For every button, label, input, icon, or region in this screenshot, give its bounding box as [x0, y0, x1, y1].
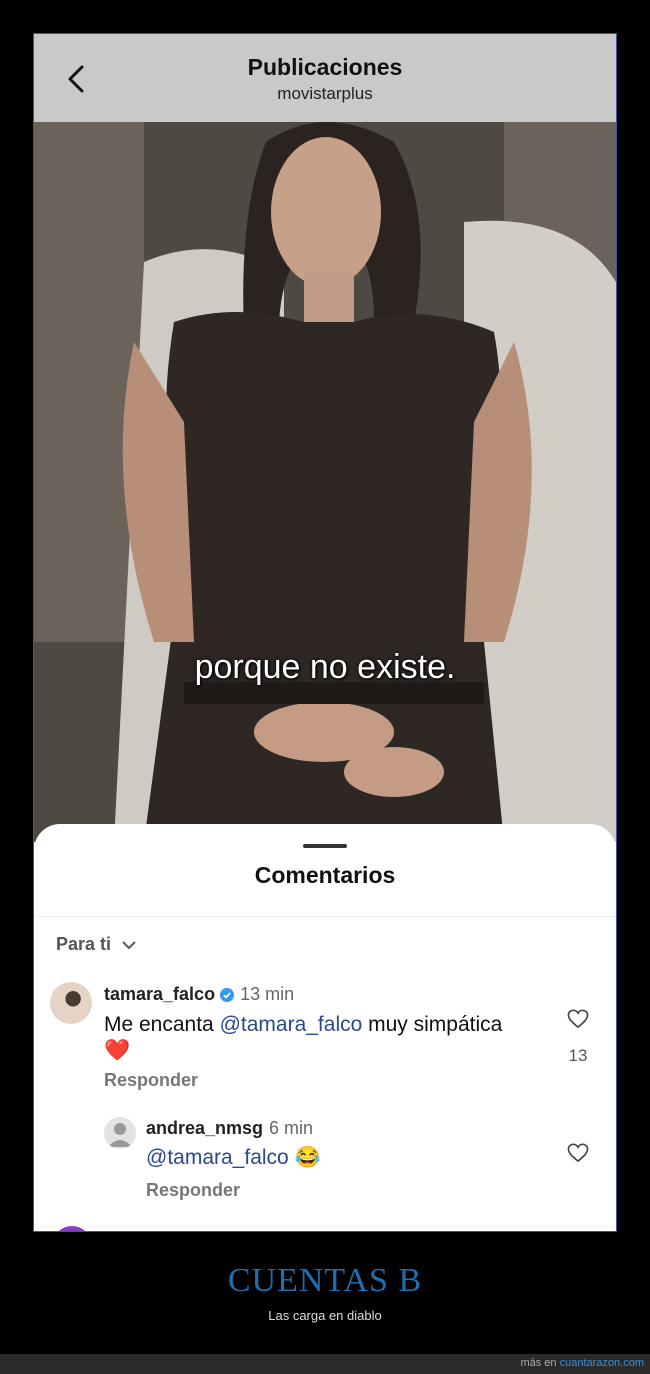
- comment-header: andrea_nmsg 6 min: [146, 1118, 313, 1139]
- laughing-emoji: 😂: [294, 1146, 321, 1169]
- like-heart-icon[interactable]: [567, 1009, 589, 1029]
- comment-text-part: Me encanta: [104, 1013, 220, 1036]
- sheet-drag-handle[interactable]: [303, 844, 347, 848]
- comments-title: Comentarios: [254, 862, 396, 888]
- top-bar: Publicaciones movistarplus: [34, 34, 616, 122]
- comment-time: 13 min: [240, 984, 295, 1004]
- avatar[interactable]: [50, 982, 92, 1024]
- meme-title: CUENTAS B: [227, 1262, 423, 1299]
- verified-badge-icon: [220, 988, 235, 1002]
- comment-header: tamara_falco 13 min: [104, 984, 294, 1005]
- phone-screenshot: Publicaciones movistarplus porque no exi…: [33, 33, 617, 1232]
- like-heart-icon[interactable]: [567, 1143, 589, 1163]
- site-link[interactable]: cuantarazon.com: [560, 1357, 644, 1369]
- comment-username[interactable]: tamara_falco: [104, 984, 215, 1004]
- comment-time: 6 min: [269, 1118, 314, 1138]
- reply-button[interactable]: Responder: [146, 1180, 240, 1201]
- chevron-down-icon: [122, 941, 136, 950]
- divider: [34, 916, 616, 917]
- video-subtitle: porque no existe.: [194, 648, 456, 686]
- comment-username[interactable]: andrea_nmsg: [146, 1118, 263, 1138]
- filter-label: Para ti: [56, 934, 112, 954]
- credit-prefix: más en: [520, 1357, 560, 1369]
- default-user-icon: [108, 1123, 132, 1147]
- video-frame-image: [34, 122, 616, 842]
- site-credit: más en cuantarazon.com: [520, 1357, 644, 1369]
- heart-emoji: ❤️: [104, 1039, 131, 1062]
- page-title: Publicaciones: [247, 54, 403, 80]
- comment-text: Me encanta @tamara_falco muy simpática ❤…: [104, 1012, 524, 1064]
- mention-link[interactable]: @tamara_falco: [146, 1146, 289, 1169]
- comment-text-part: muy simpática: [362, 1013, 503, 1036]
- avatar[interactable]: [52, 1226, 92, 1231]
- footer-bar: más en cuantarazon.com: [0, 1354, 650, 1374]
- mention-link[interactable]: @tamara_falco: [220, 1013, 363, 1036]
- account-name: movistarplus: [277, 84, 373, 103]
- reply-button[interactable]: Responder: [104, 1070, 198, 1091]
- video-post[interactable]: porque no existe.: [34, 122, 616, 842]
- like-count: 13: [568, 1046, 588, 1065]
- meme-subtitle: Las carga en diablo: [268, 1308, 382, 1323]
- comment-text: @tamara_falco 😂: [146, 1146, 321, 1170]
- comments-sheet: Comentarios Para ti tamara_falco 13 min M…: [34, 824, 616, 1231]
- avatar[interactable]: [104, 1117, 136, 1149]
- comment-filter-dropdown[interactable]: Para ti: [56, 934, 136, 955]
